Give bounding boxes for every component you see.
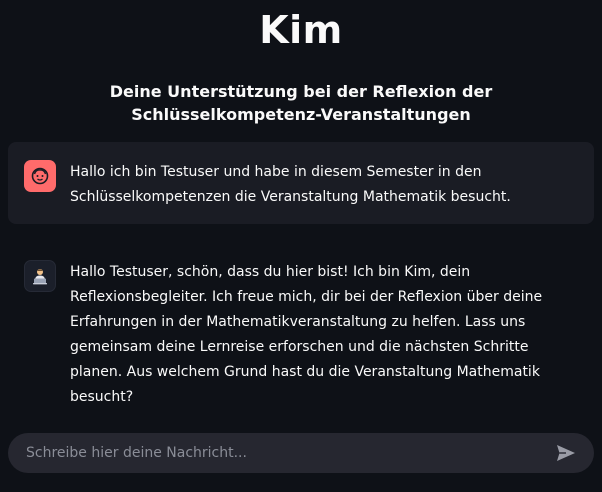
person-at-laptop-icon [24, 260, 56, 292]
chat-message-assistant: Hallo Testuser, schön, dass du hier bist… [8, 242, 594, 405]
chat-input-bar[interactable] [8, 433, 594, 473]
page-title: Kim [259, 8, 343, 52]
face-icon [24, 160, 56, 192]
chat-message-user: Hallo ich bin Testuser und habe in diese… [8, 142, 594, 224]
message-text: Hallo ich bin Testuser und habe in diese… [70, 164, 511, 205]
page-subtitle: Deine Unterstützung bei der Reflexion de… [109, 82, 493, 124]
send-button[interactable] [554, 441, 578, 465]
chat-app: Kim Deine Unterstützung bei der Reflexio… [0, 0, 602, 492]
message-text: Hallo Testuser, schön, dass du hier bist… [70, 264, 543, 405]
chat-input[interactable] [24, 444, 554, 462]
send-icon [557, 445, 575, 461]
